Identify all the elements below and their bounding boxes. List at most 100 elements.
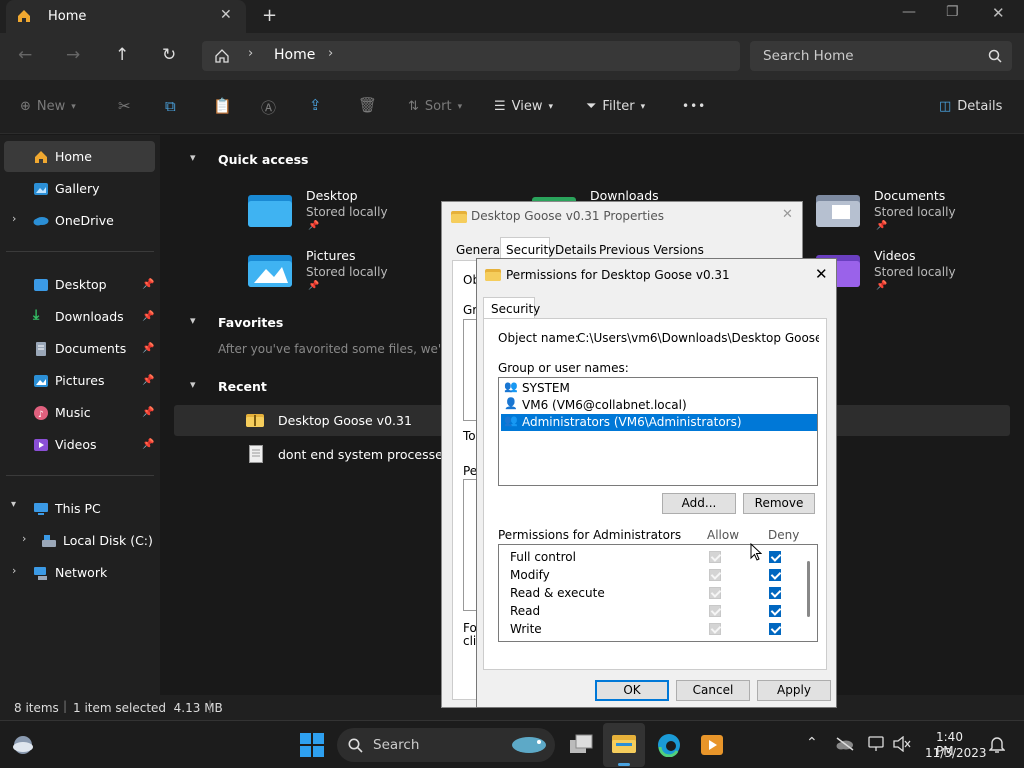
recent-header[interactable]: Recent bbox=[218, 379, 267, 394]
close-icon[interactable]: ✕ bbox=[782, 207, 793, 222]
remove-button[interactable]: Remove bbox=[743, 493, 815, 514]
text-file-icon bbox=[249, 445, 263, 463]
edge-icon[interactable] bbox=[657, 733, 681, 757]
tab-title: Home bbox=[48, 9, 87, 24]
add-button[interactable]: Add... bbox=[662, 493, 736, 514]
maximize-icon[interactable]: ❐ bbox=[946, 4, 959, 20]
pictures-icon bbox=[34, 375, 48, 387]
quick-access-item[interactable]: Desktop Stored locally 📌 bbox=[248, 187, 428, 237]
deny-checkbox[interactable] bbox=[769, 569, 781, 581]
scrollbar[interactable] bbox=[807, 561, 810, 617]
ok-button[interactable]: OK bbox=[595, 680, 669, 701]
taskbar-search[interactable]: Search bbox=[337, 728, 555, 762]
quick-access-item[interactable]: Videos Stored locally 📌 bbox=[816, 247, 996, 297]
expand-chevron-icon[interactable]: › bbox=[22, 532, 26, 545]
expand-chevron-icon[interactable]: › bbox=[12, 212, 16, 225]
quick-access-header[interactable]: Quick access bbox=[218, 152, 309, 167]
deny-checkbox[interactable] bbox=[769, 587, 781, 599]
sidebar-item-videos[interactable]: Videos 📌 bbox=[0, 429, 155, 460]
rename-icon[interactable]: Ⓐ bbox=[261, 97, 276, 118]
paste-icon[interactable]: 📋 bbox=[213, 97, 232, 115]
sidebar-divider bbox=[6, 475, 154, 476]
breadcrumb[interactable]: Home bbox=[274, 47, 315, 63]
object-name-label: Object name: bbox=[498, 331, 579, 345]
allow-checkbox[interactable] bbox=[709, 623, 721, 635]
tab-home[interactable]: Home ✕ bbox=[6, 0, 246, 33]
sidebar-item-this-pc[interactable]: ▾ This PC bbox=[0, 493, 155, 524]
onedrive-status-icon[interactable] bbox=[836, 737, 854, 751]
chevron-right-icon[interactable]: › bbox=[328, 46, 333, 61]
sidebar-item-home[interactable]: Home bbox=[4, 141, 155, 172]
tab-previous-versions[interactable]: Previous Versions bbox=[596, 240, 706, 260]
list-item[interactable]: 👥 Administrators (VM6\Administrators) bbox=[501, 414, 817, 431]
deny-checkbox[interactable] bbox=[769, 605, 781, 617]
quick-access-item[interactable]: Pictures Stored locally 📌 bbox=[248, 247, 428, 297]
search-input[interactable]: Search Home bbox=[750, 41, 1012, 71]
collapse-chevron-icon[interactable]: ▾ bbox=[190, 314, 196, 327]
refresh-icon[interactable]: ↻ bbox=[162, 45, 176, 65]
sidebar-item-onedrive[interactable]: › OneDrive bbox=[0, 205, 155, 236]
windows-start-icon[interactable] bbox=[300, 733, 324, 757]
address-bar[interactable]: › Home › bbox=[202, 41, 740, 71]
file-explorer-taskbar-button[interactable] bbox=[603, 723, 645, 767]
new-tab-icon[interactable]: + bbox=[262, 5, 277, 26]
group-label: Group or user names: bbox=[498, 361, 629, 375]
permissions-list[interactable]: Full control Modify Read & execute Read bbox=[498, 544, 818, 642]
close-window-icon[interactable]: ✕ bbox=[992, 4, 1005, 22]
show-hidden-icons-chevron[interactable]: ⌃ bbox=[806, 735, 818, 751]
filter-button[interactable]: ⏷ Filter ▾ bbox=[586, 99, 645, 114]
sidebar-item-network[interactable]: › Network bbox=[0, 557, 155, 588]
clock[interactable]: 1:40 PM 11/3/2023 bbox=[920, 728, 987, 762]
more-options-icon[interactable]: ••• bbox=[682, 99, 706, 113]
tab-general[interactable]: General bbox=[452, 240, 503, 260]
media-app-icon[interactable] bbox=[701, 734, 723, 756]
delete-icon[interactable]: 🗑 bbox=[358, 96, 377, 114]
close-icon[interactable]: ✕ bbox=[815, 265, 828, 283]
tab-security[interactable]: Security bbox=[483, 297, 540, 319]
weather-icon[interactable] bbox=[11, 735, 35, 755]
sidebar-item-gallery[interactable]: Gallery bbox=[0, 173, 155, 204]
sidebar-item-music[interactable]: ♪ Music 📌 bbox=[0, 397, 155, 428]
deny-checkbox[interactable] bbox=[769, 623, 781, 635]
minimize-icon[interactable]: — bbox=[902, 4, 916, 20]
expand-chevron-icon[interactable]: › bbox=[12, 564, 16, 577]
cancel-button[interactable]: Cancel bbox=[676, 680, 750, 701]
favorites-header[interactable]: Favorites bbox=[218, 315, 283, 330]
allow-checkbox[interactable] bbox=[709, 587, 721, 599]
tab-details[interactable]: Details bbox=[552, 240, 597, 260]
status-divider: | bbox=[208, 699, 213, 713]
view-button[interactable]: ☰ View ▾ bbox=[494, 99, 553, 114]
back-icon[interactable]: ← bbox=[18, 45, 32, 65]
new-button[interactable]: ⊕ New ▾ bbox=[20, 99, 76, 114]
quick-access-item[interactable]: Documents Stored locally 📌 bbox=[816, 187, 996, 237]
task-view-icon[interactable] bbox=[570, 734, 594, 754]
volume-muted-icon[interactable] bbox=[893, 736, 911, 752]
forward-icon[interactable]: → bbox=[66, 45, 80, 65]
collapse-chevron-icon[interactable]: ▾ bbox=[190, 378, 196, 391]
sidebar-item-documents[interactable]: Documents 📌 bbox=[0, 333, 155, 364]
share-icon[interactable]: ⇪ bbox=[309, 96, 322, 114]
cut-icon[interactable]: ✂ bbox=[118, 97, 131, 115]
apply-button[interactable]: Apply bbox=[757, 680, 831, 701]
expanded-chevron-icon[interactable]: ▾ bbox=[11, 499, 16, 510]
up-icon[interactable]: ↑ bbox=[115, 45, 129, 65]
copy-icon[interactable]: ⧉ bbox=[165, 97, 176, 115]
list-item[interactable]: 👥 SYSTEM bbox=[501, 380, 815, 397]
sidebar-item-local-disk[interactable]: › Local Disk (C:) bbox=[0, 525, 155, 556]
sidebar-item-downloads[interactable]: ⤓ Downloads 📌 bbox=[0, 301, 155, 332]
allow-checkbox[interactable] bbox=[709, 551, 721, 563]
allow-checkbox[interactable] bbox=[709, 605, 721, 617]
details-button[interactable]: ◫ Details bbox=[939, 99, 1002, 114]
svg-text:♪: ♪ bbox=[38, 410, 44, 420]
collapse-chevron-icon[interactable]: ▾ bbox=[190, 151, 196, 164]
allow-checkbox[interactable] bbox=[709, 569, 721, 581]
list-item[interactable]: 👤 VM6 (VM6@collabnet.local) bbox=[501, 397, 815, 414]
sort-button[interactable]: ⇅ Sort ▾ bbox=[408, 99, 462, 114]
user-list[interactable]: 👥 SYSTEM 👤 VM6 (VM6@collabnet.local) 👥 A… bbox=[498, 377, 818, 486]
close-tab-icon[interactable]: ✕ bbox=[220, 7, 232, 23]
deny-checkbox[interactable] bbox=[769, 551, 781, 563]
sidebar-item-pictures[interactable]: Pictures 📌 bbox=[0, 365, 155, 396]
sidebar-item-desktop[interactable]: Desktop 📌 bbox=[0, 269, 155, 300]
notification-bell-icon[interactable] bbox=[989, 736, 1005, 754]
network-status-icon[interactable] bbox=[868, 736, 886, 752]
